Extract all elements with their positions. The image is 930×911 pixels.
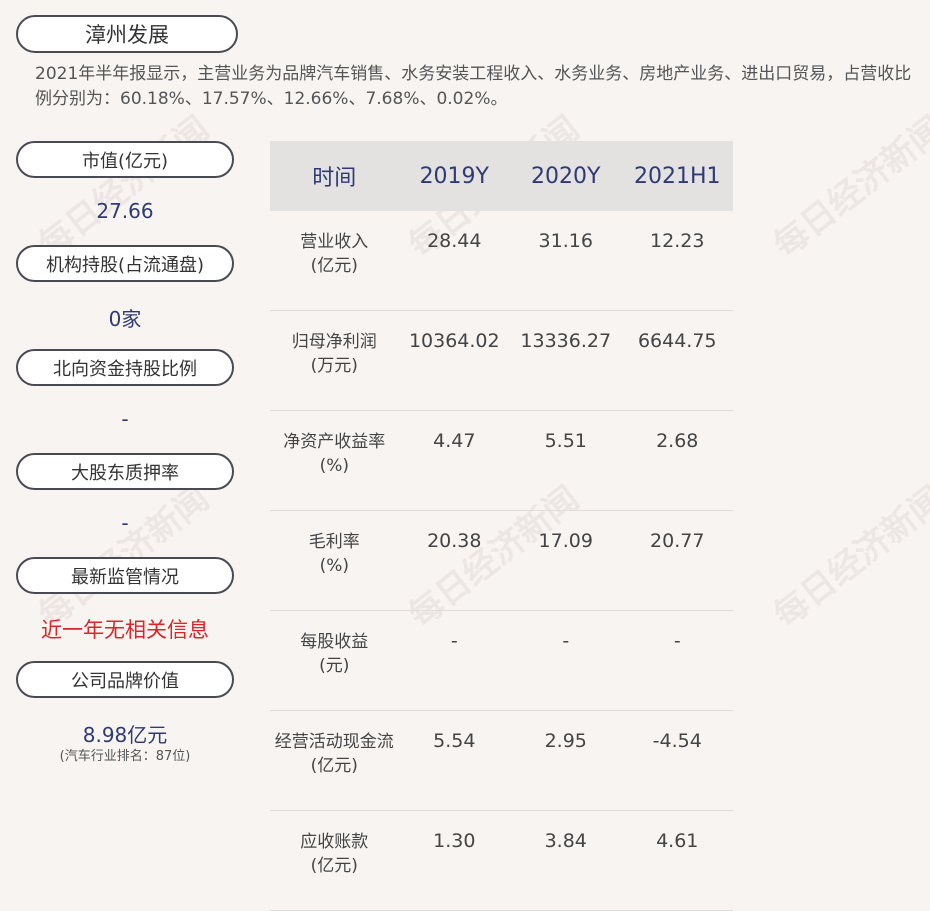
regulation-status-label: 最新监管情况	[16, 557, 234, 594]
business-summary: 2021年半年报显示，主营业务为品牌汽车销售、水务安装工程收入、水务业务、房地产…	[35, 64, 912, 109]
cell-value: 5.51	[510, 410, 622, 511]
cell-value: 20.77	[621, 510, 733, 611]
row-label: 营业收入 (亿元)	[270, 211, 399, 311]
brand-value-value: 8.98亿元	[82, 723, 168, 747]
table-row: 每股收益 (元) - - -	[270, 610, 733, 711]
row-label: 毛利率 (%)	[270, 510, 399, 611]
watermark: 每日经济新闻	[766, 108, 930, 266]
cell-value: 20.38	[398, 510, 511, 611]
cell-value: 13336.27	[510, 310, 622, 411]
table-row: 净资产收益率 (%) 4.47 5.51 2.68	[270, 410, 733, 511]
brand-rank-note: (汽车行业排名：87位)	[59, 749, 191, 764]
header-2019: 2019Y	[398, 141, 511, 211]
institutional-holding-label: 机构持股(占流通盘)	[16, 245, 234, 282]
financial-table: 时间 2019Y 2020Y 2021H1 营业收入 (亿元) 28.44 31.…	[270, 141, 733, 911]
table-row: 营业收入 (亿元) 28.44 31.16 12.23	[270, 211, 733, 311]
header-2020: 2020Y	[510, 141, 622, 211]
watermark: 每日经济新闻	[27, 472, 218, 636]
cell-value: 10364.02	[398, 310, 511, 411]
cell-value: -4.54	[621, 710, 733, 811]
row-label: 每股收益 (元)	[270, 610, 399, 711]
market-cap-value: 27.66	[96, 199, 154, 223]
institutional-holding-value: 0家	[108, 307, 142, 331]
cell-value: 28.44	[398, 211, 511, 311]
cell-value: 4.47	[398, 410, 511, 511]
northbound-holding-value: -	[121, 407, 129, 431]
cell-value: -	[398, 610, 511, 711]
row-label: 归母净利润 (万元)	[270, 310, 399, 411]
market-cap-label: 市值(亿元)	[16, 141, 234, 178]
cell-value: 31.16	[510, 211, 622, 311]
header-2021h1: 2021H1	[621, 141, 733, 211]
row-label: 应收账款 (亿元)	[270, 810, 399, 911]
watermark: 每日经济新闻	[31, 108, 217, 266]
table-row: 归母净利润 (万元) 10364.02 13336.27 6644.75	[270, 310, 733, 411]
cell-value: 12.23	[621, 211, 733, 311]
cell-value: 2.68	[621, 410, 733, 511]
pledge-ratio-label: 大股东质押率	[16, 453, 234, 490]
watermark: 每日经济新闻	[766, 478, 930, 636]
cell-value: 6644.75	[621, 310, 733, 411]
table-row: 毛利率 (%) 20.38 17.09 20.77	[270, 510, 733, 611]
row-label: 净资产收益率 (%)	[270, 410, 399, 511]
cell-value: -	[621, 610, 733, 711]
cell-value: 4.61	[621, 810, 733, 911]
table-row: 经营活动现金流 (亿元) 5.54 2.95 -4.54	[270, 710, 733, 811]
row-label: 经营活动现金流 (亿元)	[270, 710, 399, 811]
brand-value-label: 公司品牌价值	[16, 661, 234, 698]
company-title: 漳州发展	[16, 15, 238, 53]
pledge-ratio-value: -	[121, 511, 129, 535]
cell-value: 5.54	[398, 710, 511, 811]
cell-value: 17.09	[510, 510, 622, 611]
header-time: 时间	[270, 141, 399, 211]
cell-value: -	[510, 610, 622, 711]
table-header-row: 时间 2019Y 2020Y 2021H1	[270, 141, 733, 211]
northbound-holding-label: 北向资金持股比例	[16, 349, 234, 386]
cell-value: 1.30	[398, 810, 511, 911]
cell-value: 3.84	[510, 810, 622, 911]
cell-value: 2.95	[510, 710, 622, 811]
regulation-status-value: 近一年无相关信息	[41, 618, 209, 642]
table-row: 应收账款 (亿元) 1.30 3.84 4.61	[270, 810, 733, 911]
